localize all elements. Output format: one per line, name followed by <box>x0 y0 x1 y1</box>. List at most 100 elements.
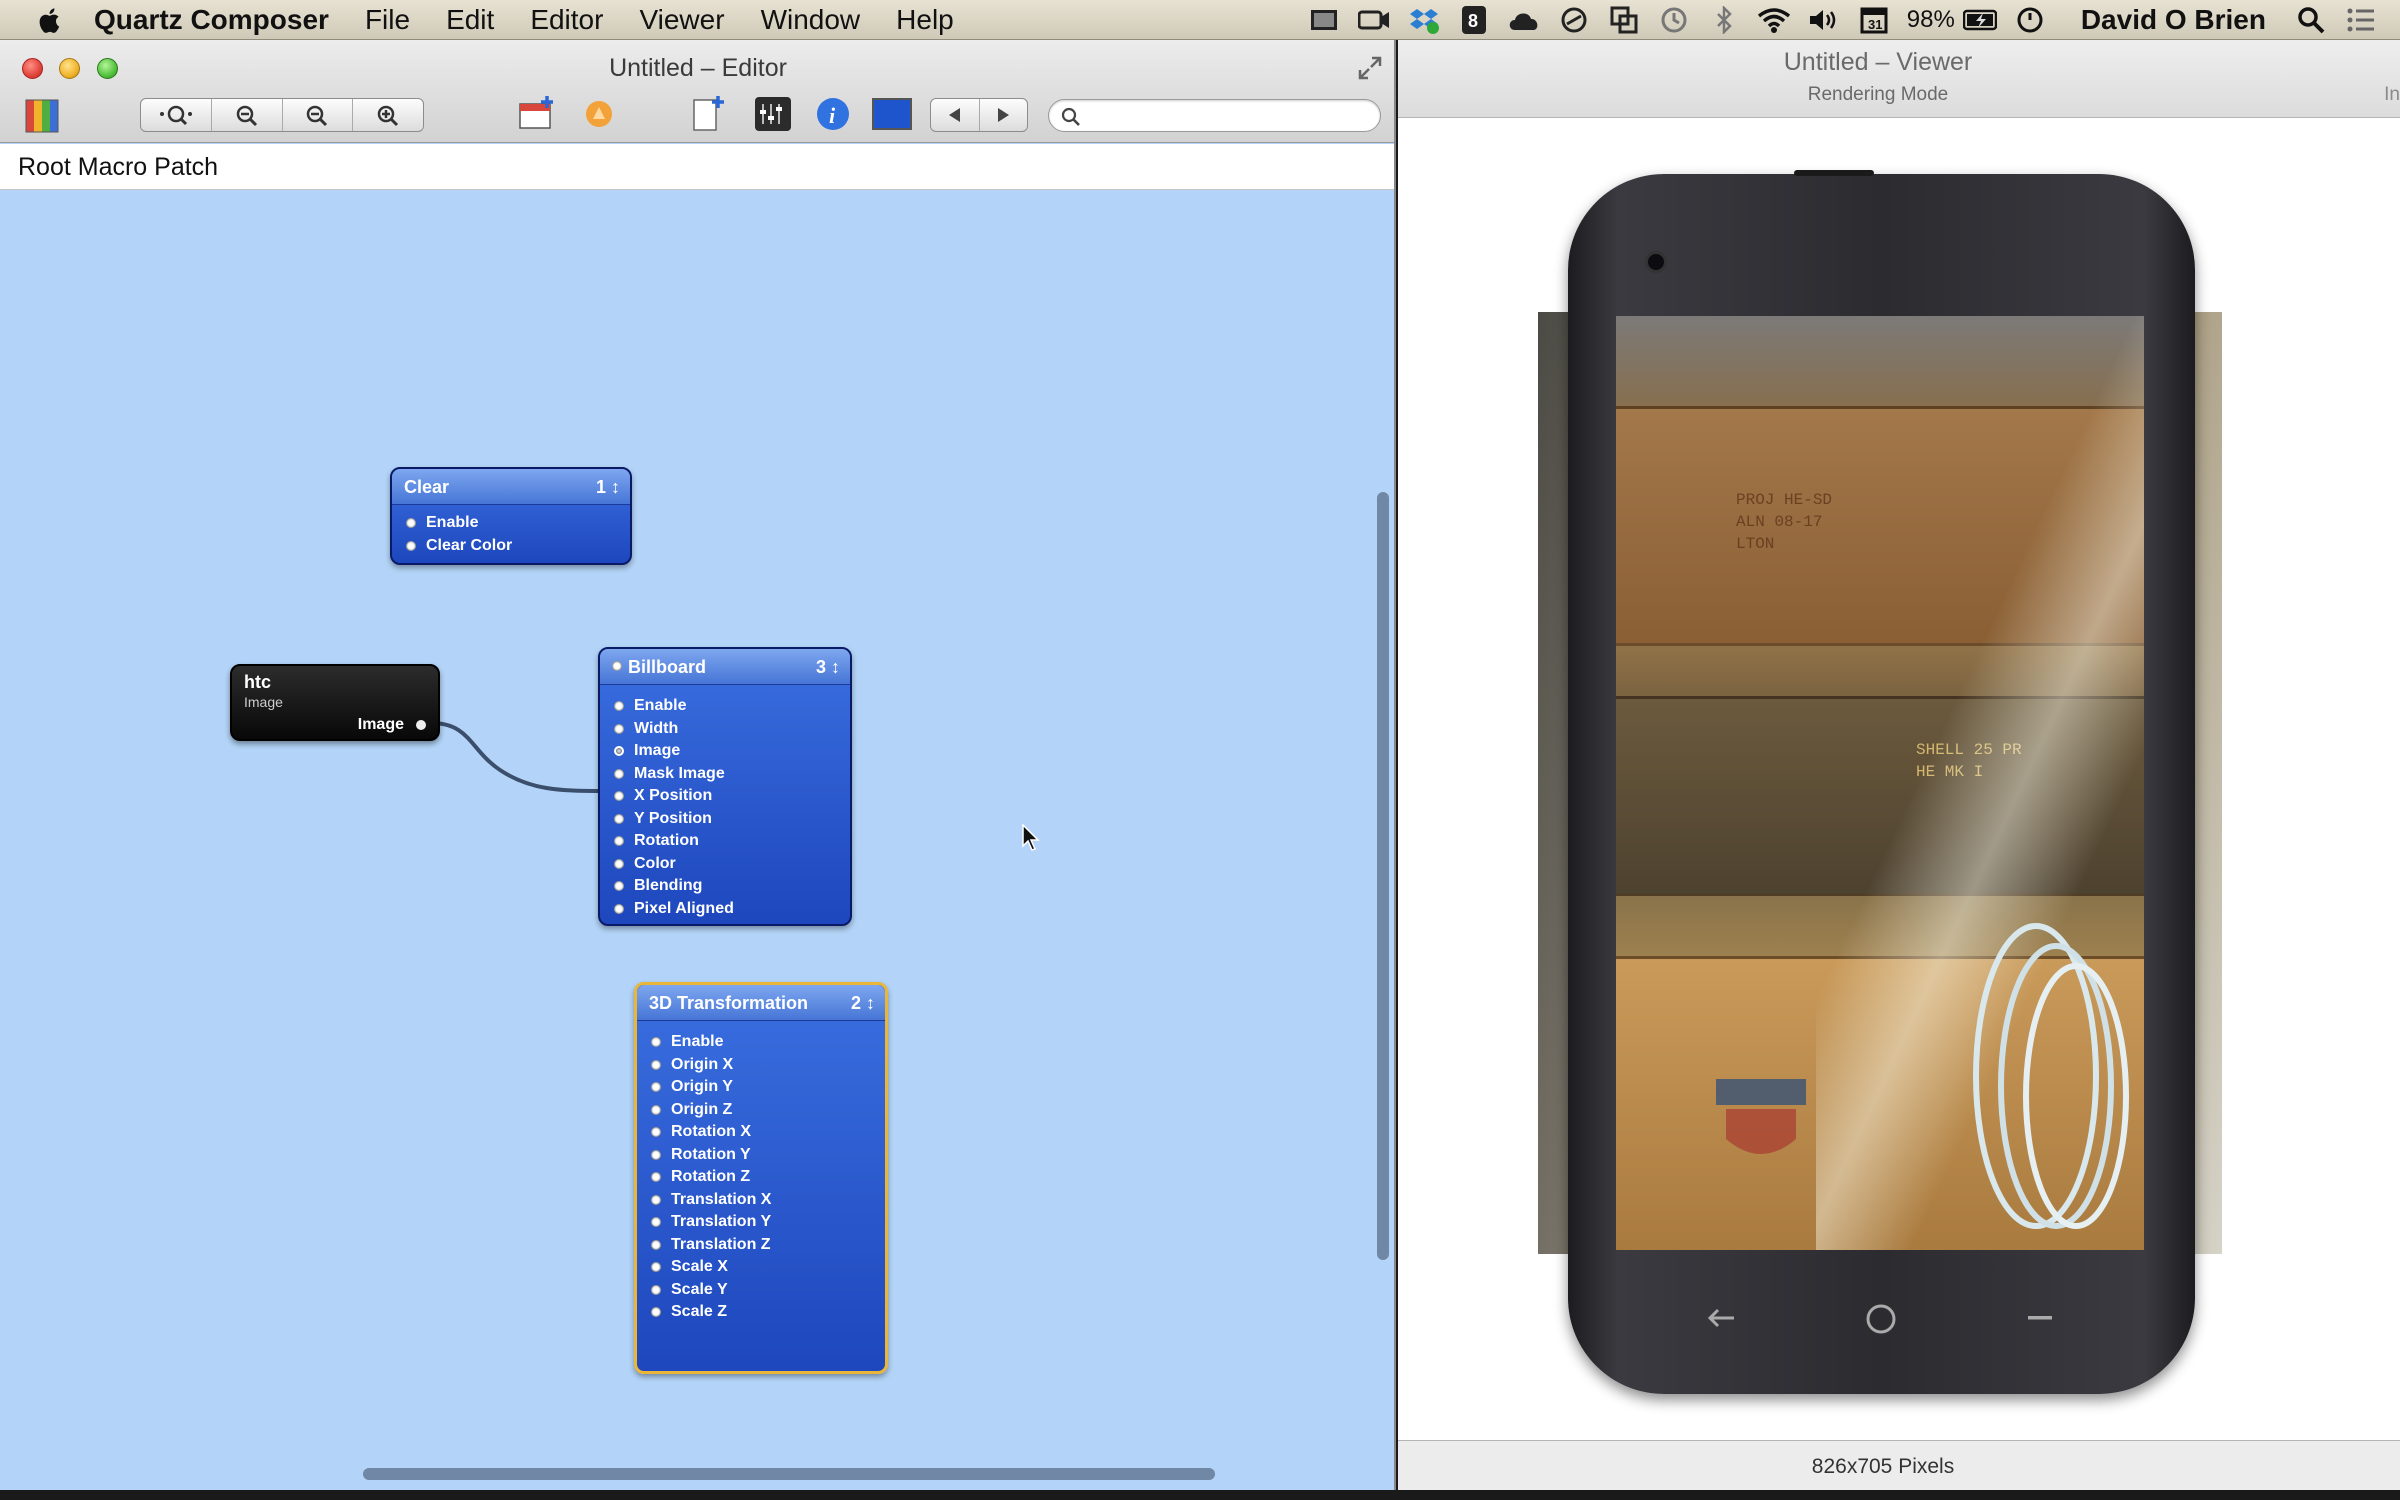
battery-icon[interactable] <box>1962 3 1997 37</box>
image-patch[interactable]: htc Image Image <box>230 664 440 741</box>
zoom-actual-icon[interactable] <box>283 99 354 131</box>
port-dot-icon[interactable] <box>651 1217 661 1228</box>
port-dot-icon[interactable] <box>651 1104 661 1115</box>
port-dot-icon[interactable] <box>651 1172 661 1183</box>
input-port[interactable]: Origin Z <box>637 1099 885 1122</box>
new-note-icon[interactable] <box>690 94 728 134</box>
port-dot-icon[interactable] <box>651 1239 661 1250</box>
menu-app-name[interactable]: Quartz Composer <box>94 4 329 36</box>
input-port[interactable]: Pixel Aligned <box>600 898 850 921</box>
input-port[interactable]: Image <box>600 740 850 763</box>
input-port[interactable]: Rotation <box>600 830 850 853</box>
time-machine-icon[interactable] <box>1657 3 1691 37</box>
input-port[interactable]: Translation Z <box>637 1234 885 1257</box>
apple-menu-icon[interactable] <box>36 5 66 35</box>
volume-icon[interactable] <box>1807 3 1841 37</box>
input-port[interactable]: Color <box>600 853 850 876</box>
screen-capture-icon[interactable] <box>1307 3 1341 37</box>
input-port[interactable]: Rotation Z <box>637 1166 885 1189</box>
patch-header[interactable]: Clear 1 ↕ <box>392 469 630 505</box>
back-arrow-icon[interactable] <box>931 99 980 131</box>
zoom-in-icon[interactable] <box>353 99 423 131</box>
bluetooth-icon[interactable] <box>1707 3 1741 37</box>
menu-editor[interactable]: Editor <box>530 4 603 36</box>
enable-toggle-icon[interactable] <box>612 661 622 671</box>
cloud-icon[interactable] <box>1507 3 1541 37</box>
menu-help[interactable]: Help <box>896 4 954 36</box>
port-dot-icon[interactable] <box>651 1082 661 1093</box>
port-dot-icon[interactable] <box>651 1059 661 1070</box>
input-port[interactable]: Y Position <box>600 808 850 831</box>
input-port[interactable]: Clear Color <box>392 535 630 558</box>
port-dot-icon[interactable] <box>614 768 624 779</box>
menu-edit[interactable]: Edit <box>446 4 494 36</box>
vertical-scrollbar[interactable] <box>1377 492 1389 1260</box>
clock-icon[interactable] <box>2013 3 2047 37</box>
menu-viewer[interactable]: Viewer <box>639 4 724 36</box>
patch-library-icon[interactable] <box>24 96 64 134</box>
patch-inspector-icon[interactable]: i <box>815 96 851 132</box>
wifi-icon[interactable] <box>1757 3 1791 37</box>
clear-patch[interactable]: Clear 1 ↕ Enable Clear Color <box>390 467 632 565</box>
patch-execution-order[interactable]: 2 ↕ <box>851 993 875 1014</box>
menu-window[interactable]: Window <box>761 4 861 36</box>
output-port-dot-icon[interactable] <box>416 720 426 730</box>
3d-transformation-patch[interactable]: 3D Transformation 2 ↕ Enable Origin X Orig… <box>634 982 888 1374</box>
port-dot-icon[interactable] <box>614 723 624 734</box>
port-dot-icon[interactable] <box>651 1284 661 1295</box>
zoom-selection-button[interactable] <box>141 99 212 131</box>
viewer-toggle-icon[interactable] <box>872 98 912 130</box>
window-overlap-icon[interactable] <box>1607 3 1641 37</box>
truncated-toolbar-label[interactable]: In <box>2384 84 2400 106</box>
port-dot-icon[interactable] <box>651 1194 661 1205</box>
input-port[interactable]: Width <box>600 718 850 741</box>
user-name-menu[interactable]: David O Brien <box>2081 4 2266 36</box>
port-dot-icon[interactable] <box>651 1149 661 1160</box>
zoom-out-icon[interactable] <box>212 99 283 131</box>
forward-arrow-icon[interactable] <box>980 99 1028 131</box>
calendar-icon[interactable]: 31 <box>1857 3 1891 37</box>
input-port[interactable]: Enable <box>392 512 630 535</box>
port-dot-icon[interactable] <box>406 518 416 529</box>
rendering-mode-label[interactable]: Rendering Mode <box>1398 84 2358 106</box>
input-port[interactable]: Enable <box>637 1031 885 1054</box>
input-port[interactable]: Enable <box>600 695 850 718</box>
notification-center-icon[interactable] <box>2344 3 2378 37</box>
port-dot-icon[interactable] <box>614 903 624 914</box>
port-dot-icon[interactable] <box>651 1037 661 1048</box>
input-port[interactable]: Scale Y <box>637 1279 885 1302</box>
patch-parameters-icon[interactable] <box>754 96 792 132</box>
input-port[interactable]: Blending <box>600 875 850 898</box>
port-dot-icon[interactable] <box>406 540 416 551</box>
menu-file[interactable]: File <box>365 4 410 36</box>
input-port[interactable]: Rotation X <box>637 1121 885 1144</box>
create-macro-icon[interactable] <box>517 94 557 134</box>
billboard-patch[interactable]: Billboard 3 ↕ Enable Width Image Mask Image… <box>598 647 852 926</box>
breadcrumb[interactable]: Root Macro Patch <box>18 153 218 182</box>
input-port[interactable]: Mask Image <box>600 763 850 786</box>
evernote-icon[interactable]: 8 <box>1457 3 1491 37</box>
port-dot-icon[interactable] <box>614 813 624 824</box>
input-port[interactable]: Scale X <box>637 1256 885 1279</box>
patch-header[interactable]: 3D Transformation 2 ↕ <box>637 985 885 1021</box>
do-not-disturb-icon[interactable] <box>1557 3 1591 37</box>
patch-execution-order[interactable]: 1 ↕ <box>596 477 620 498</box>
port-dot-icon[interactable] <box>614 858 624 869</box>
connected-port-dot-icon[interactable] <box>614 746 624 757</box>
input-port[interactable]: Origin Y <box>637 1076 885 1099</box>
video-camera-icon[interactable] <box>1357 3 1391 37</box>
patch-execution-order[interactable]: 3 ↕ <box>816 657 840 678</box>
input-port[interactable]: Translation X <box>637 1189 885 1212</box>
port-dot-icon[interactable] <box>651 1127 661 1138</box>
input-port[interactable]: Origin X <box>637 1054 885 1077</box>
input-port[interactable]: Scale Z <box>637 1301 885 1324</box>
input-port[interactable]: Translation Y <box>637 1211 885 1234</box>
port-dot-icon[interactable] <box>614 791 624 802</box>
port-dot-icon[interactable] <box>651 1262 661 1273</box>
port-dot-icon[interactable] <box>614 836 624 847</box>
port-dot-icon[interactable] <box>651 1307 661 1318</box>
horizontal-scrollbar[interactable] <box>363 1468 1215 1480</box>
patch-search-field[interactable] <box>1048 99 1381 132</box>
dropbox-icon[interactable] <box>1407 3 1441 37</box>
warning-icon[interactable] <box>583 98 615 130</box>
